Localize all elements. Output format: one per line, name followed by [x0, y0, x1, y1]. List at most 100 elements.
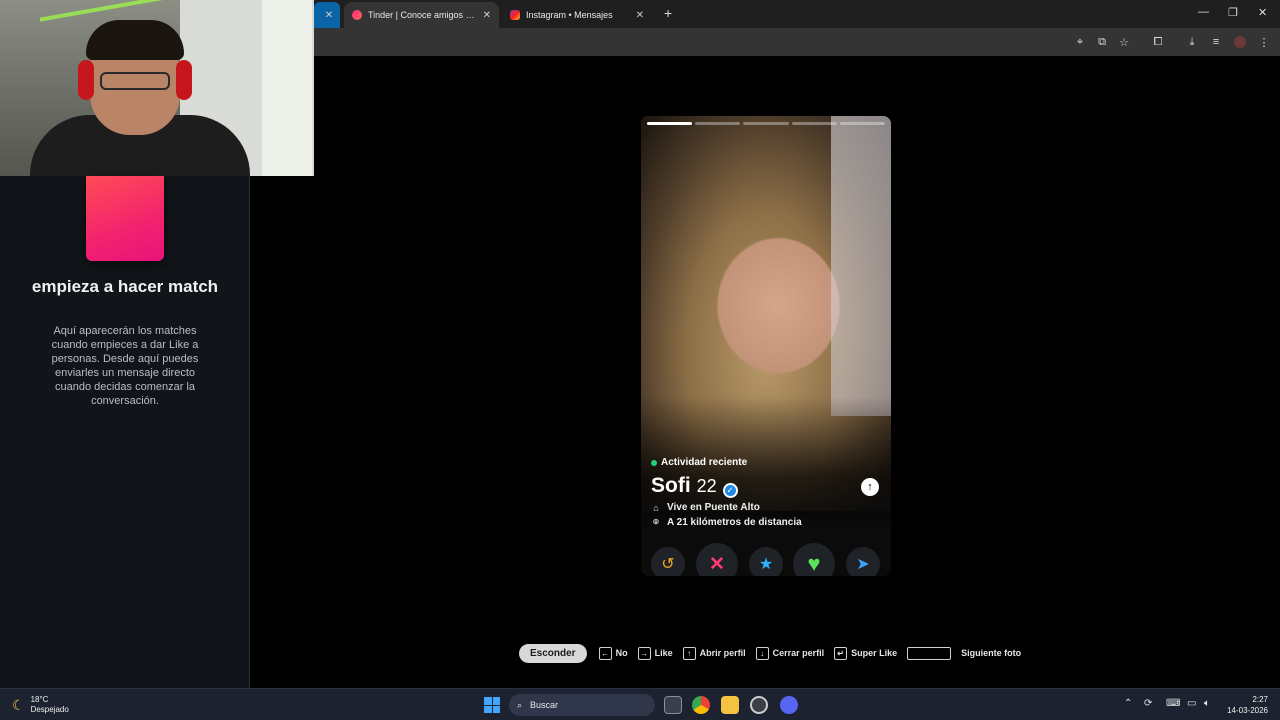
rewind-icon: ↺: [661, 556, 675, 573]
media-controls-icon[interactable]: ≡: [1208, 34, 1224, 50]
location-icon[interactable]: ⌖: [1072, 34, 1088, 50]
moon-icon: ☾: [12, 696, 25, 713]
browser-toolbar: ⌖ ⧉ ☆ ⧠ ⤓ ≡ ⋮: [314, 28, 1280, 56]
match-placeholder-card: [86, 176, 164, 261]
weather-widget[interactable]: ☾ 18°C Despejado: [12, 695, 69, 715]
photo-progress-bars: [647, 122, 886, 125]
search-icon: ⌕: [517, 699, 523, 710]
input-method-icon[interactable]: ⌨: [1166, 698, 1180, 709]
action-buttons: ↺ ✕ ★ ♥ ➤: [641, 543, 891, 576]
close-tab-icon[interactable]: ✕: [483, 10, 491, 21]
close-tab-icon[interactable]: ✕: [636, 10, 644, 21]
photo-background-wall: [831, 116, 891, 416]
lives-in-text: Vive en Puente Alto: [667, 502, 760, 513]
close-window-button[interactable]: ✕: [1258, 6, 1267, 19]
menu-kebab-icon[interactable]: ⋮: [1256, 34, 1272, 50]
hint-label: No: [615, 648, 628, 658]
profile-card[interactable]: Actividad reciente Sofi 22 ✓ ↑ ⌂ Vive en…: [641, 116, 891, 576]
network-icon[interactable]: ▭: [1187, 698, 1196, 709]
photo-progress-bar[interactable]: [791, 122, 837, 125]
activity-status: Actividad reciente: [651, 457, 747, 468]
chrome-icon[interactable]: [692, 696, 710, 714]
bookmark-star-icon[interactable]: ☆: [1116, 34, 1132, 50]
temperature: 18°C: [30, 695, 49, 704]
hint-no: ← No: [598, 646, 628, 660]
open-profile-button[interactable]: ↑: [861, 478, 879, 496]
photo-progress-bar[interactable]: [647, 122, 693, 125]
hide-hints-button[interactable]: Esconder: [519, 643, 587, 663]
boost-button[interactable]: ➤: [846, 547, 880, 576]
arrow-left-key-icon: ←: [598, 646, 612, 660]
keyboard-hints: Esconder ← No → Like ↑ Abrir perfil ↓ Cerrar…: [519, 643, 1031, 663]
lives-in-row: ⌂ Vive en Puente Alto: [651, 502, 760, 513]
browser-tabstrip: ✕ Tinder | Conoce amigos y gente nueva ✕…: [314, 0, 1280, 28]
headphones-right: [176, 60, 192, 100]
instagram-favicon-icon: [510, 10, 520, 20]
tab-previous-close[interactable]: ✕: [314, 2, 340, 28]
install-app-icon[interactable]: ⧉: [1094, 34, 1110, 50]
arrow-up-key-icon: ↑: [682, 646, 696, 660]
system-clock[interactable]: 2:27 14-03-2026: [1226, 694, 1268, 716]
tray-chevron-icon[interactable]: ⌃: [1124, 698, 1132, 709]
extensions-icon[interactable]: ⧠: [1150, 34, 1166, 50]
space-key-icon: [907, 646, 952, 660]
webcam-door: [262, 0, 312, 176]
hint-label: Super Like: [851, 648, 898, 658]
superlike-star-icon: ★: [758, 556, 774, 573]
hint-open-profile: ↑ Abrir perfil: [682, 646, 746, 660]
tab-title: Instagram • Mensajes: [526, 10, 613, 20]
tab-title: Tinder | Conoce amigos y gente nueva: [368, 10, 479, 20]
name-row: Sofi 22 ✓: [651, 474, 738, 498]
webcam-person: [30, 20, 250, 176]
nope-button[interactable]: ✕: [696, 543, 738, 576]
online-dot-icon: [651, 459, 657, 466]
close-icon[interactable]: ✕: [325, 10, 333, 21]
maximize-button[interactable]: ❐: [1228, 6, 1238, 19]
photo-progress-bar[interactable]: [695, 122, 741, 125]
search-placeholder: Buscar: [530, 700, 559, 710]
nope-icon: ✕: [709, 553, 725, 575]
matches-sidebar: empieza a hacer match Aquí aparecerán lo…: [0, 176, 250, 688]
app-icon[interactable]: [750, 696, 768, 714]
taskbar-search[interactable]: ⌕ Buscar: [509, 694, 655, 716]
rewind-button[interactable]: ↺: [651, 547, 685, 576]
tray-app-icon[interactable]: ⟳: [1144, 698, 1152, 709]
weather-text: 18°C Despejado: [31, 695, 69, 715]
glasses: [100, 72, 170, 90]
activity-text: Actividad reciente: [661, 457, 748, 468]
tab-tinder[interactable]: Tinder | Conoce amigos y gente nueva ✕: [344, 2, 499, 28]
minimize-button[interactable]: —: [1198, 6, 1209, 18]
hint-label: Abrir perfil: [699, 648, 746, 658]
arrow-down-key-icon: ↓: [755, 646, 769, 660]
profile-avatar[interactable]: [1232, 34, 1248, 50]
task-view-icon[interactable]: [664, 696, 682, 714]
sidebar-description: Aquí aparecerán los matches cuando empie…: [51, 325, 199, 407]
hint-next-photo: Siguiente foto: [907, 646, 1022, 660]
like-button[interactable]: ♥: [793, 543, 835, 576]
headphones-left: [78, 60, 94, 100]
webcam-overlay: [0, 0, 314, 176]
webcam-person-hair: [86, 20, 184, 60]
hint-label: Like: [654, 648, 673, 658]
new-tab-button[interactable]: +: [664, 5, 672, 21]
superlike-button[interactable]: ★: [749, 547, 783, 576]
hint-label: Siguiente foto: [961, 648, 1022, 658]
weather-condition: Despejado: [30, 705, 69, 714]
windows-taskbar: ☾ 18°C Despejado ⌕ Buscar ⌃ ⟳ ⌨ ▭ 🔈︎ 2:2…: [0, 688, 1280, 720]
tab-instagram[interactable]: Instagram • Mensajes ✕: [502, 2, 652, 28]
hint-super-like: ↵ Super Like: [834, 646, 898, 660]
distance-row: ⌾ A 21 kilómetros de distancia: [651, 517, 801, 528]
discord-icon[interactable]: [780, 696, 798, 714]
volume-icon[interactable]: 🔈︎: [1204, 698, 1210, 709]
photo-progress-bar[interactable]: [839, 122, 886, 125]
send-icon: ➤: [856, 556, 870, 573]
like-heart-icon: ♥: [807, 551, 821, 576]
file-explorer-icon[interactable]: [721, 696, 739, 714]
profile-age: 22: [696, 476, 717, 496]
download-icon[interactable]: ⤓: [1184, 34, 1200, 50]
enter-key-icon: ↵: [834, 646, 848, 660]
photo-progress-bar[interactable]: [743, 122, 789, 125]
profile-name: Sofi: [651, 474, 691, 497]
verified-badge-icon: ✓: [722, 483, 738, 498]
windows-start-icon[interactable]: [484, 697, 500, 713]
